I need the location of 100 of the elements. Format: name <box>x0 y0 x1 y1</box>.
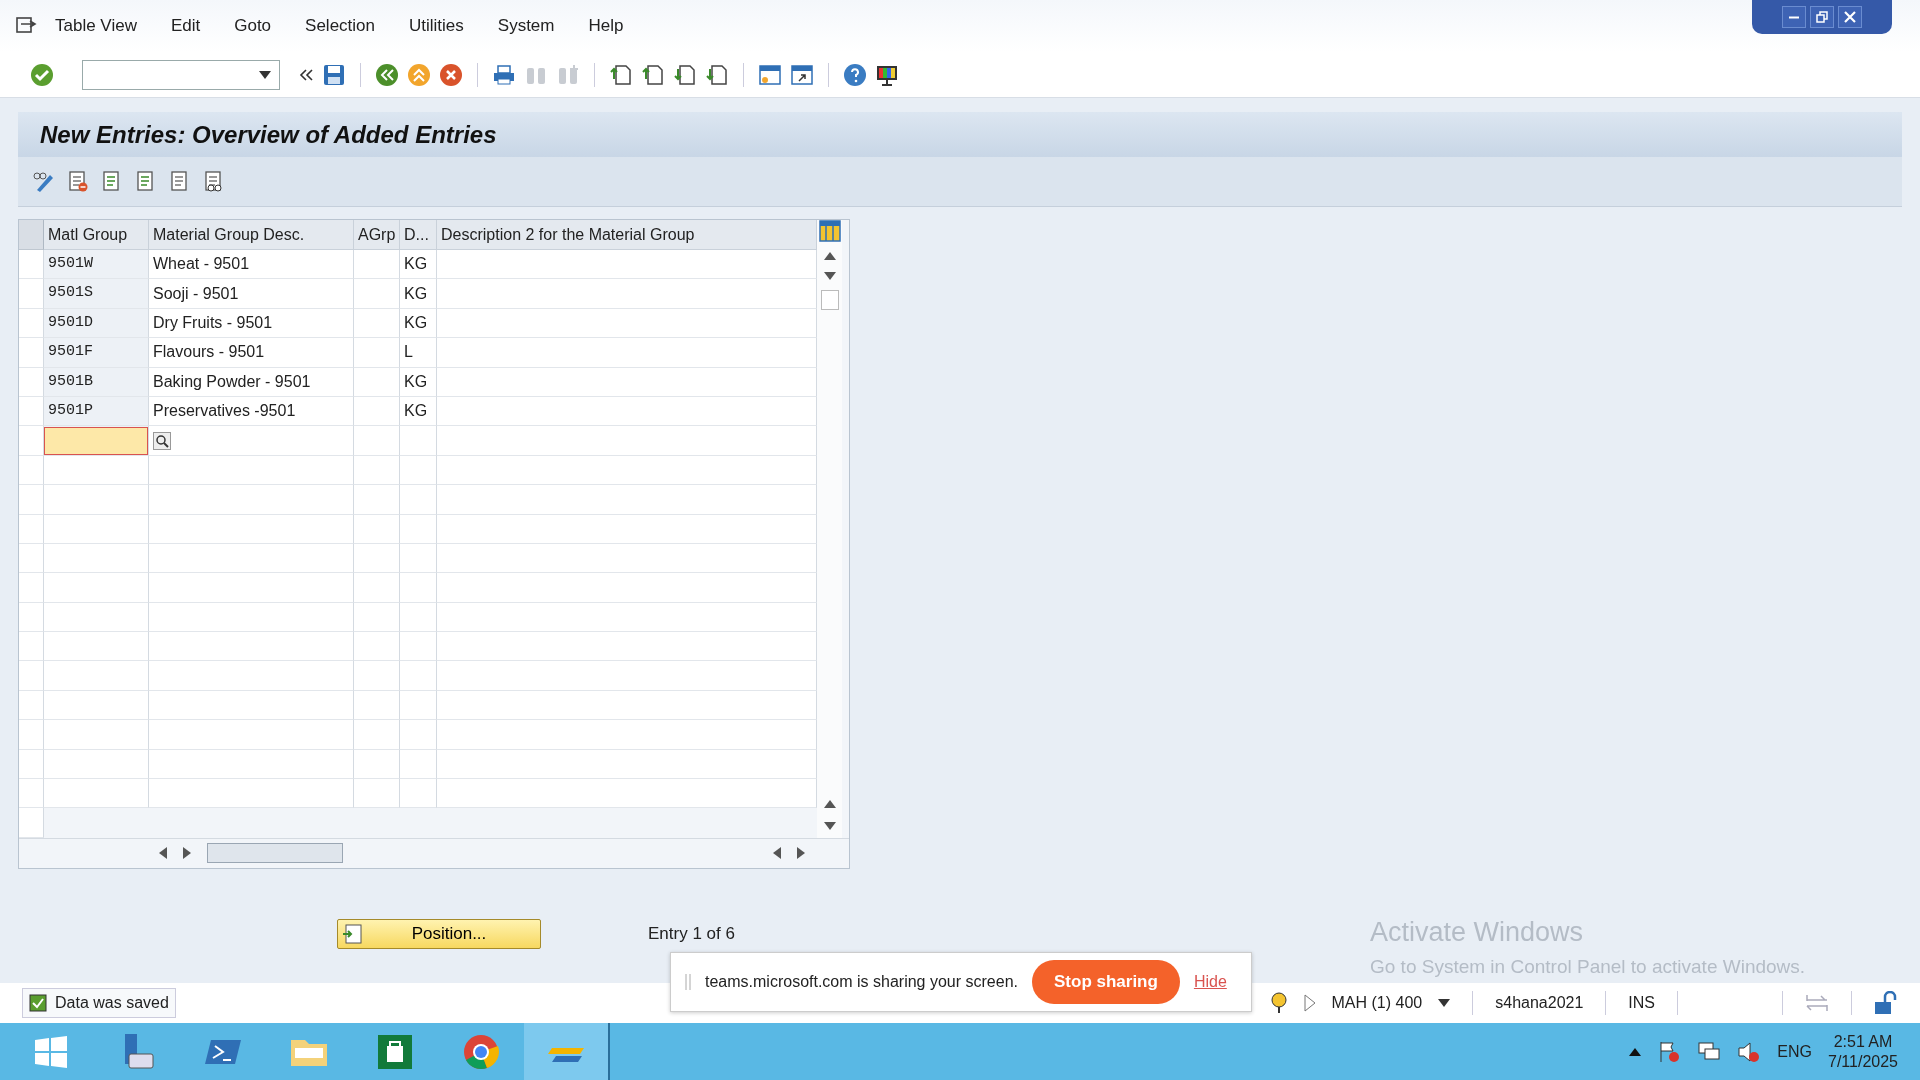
arrows-icon[interactable] <box>1805 994 1829 1012</box>
input-mode: INS <box>1628 993 1655 1013</box>
menu-item[interactable]: System <box>480 13 572 39</box>
restore-button[interactable] <box>1810 6 1834 28</box>
table-cell <box>354 749 400 780</box>
save-icon[interactable] <box>322 62 346 87</box>
scroll-down-icon[interactable] <box>823 821 836 830</box>
clock-date[interactable]: 7/11/2025 <box>1828 1051 1898 1071</box>
position-icon <box>342 923 362 944</box>
dropdown-caret-icon[interactable] <box>259 70 271 79</box>
clock-time[interactable]: 2:51 AM <box>1828 1032 1898 1052</box>
column-settings-icon[interactable] <box>818 220 841 242</box>
shortcut-window-icon[interactable] <box>790 62 814 87</box>
next-page-icon[interactable] <box>673 62 697 87</box>
table-cell <box>354 779 400 809</box>
last-page-icon[interactable] <box>705 62 729 87</box>
table-cell <box>400 690 437 721</box>
command-field[interactable] <box>82 59 280 90</box>
column-header[interactable]: AGrp <box>354 220 400 250</box>
scroll-right-icon[interactable] <box>797 847 805 860</box>
table-cell <box>354 632 400 662</box>
system-info[interactable]: MAH (1) 400 <box>1331 991 1423 1015</box>
column-header[interactable]: Matl Group <box>44 220 149 250</box>
table-cell: 9501B <box>44 367 149 397</box>
menu-item[interactable]: Table View <box>38 13 154 39</box>
close-button[interactable] <box>1838 6 1862 28</box>
table-cell: Sooji - 9501 <box>149 279 354 309</box>
table-cell: 9501S <box>44 279 149 309</box>
search-icon[interactable] <box>153 431 171 450</box>
table-cell <box>354 720 400 750</box>
table-cell <box>354 573 400 603</box>
back-icon[interactable] <box>375 62 399 87</box>
hide-link[interactable]: Hide <box>1193 970 1227 994</box>
table-cell <box>400 720 437 750</box>
table-cell <box>19 720 44 750</box>
minimize-button[interactable] <box>1782 6 1806 28</box>
table-cell <box>400 543 437 574</box>
restore-icon <box>1815 10 1829 24</box>
print-icon[interactable] <box>492 62 516 87</box>
scroll-left-icon[interactable] <box>159 847 167 860</box>
scroll-thumb[interactable] <box>820 290 839 310</box>
table-cell <box>400 485 437 515</box>
table-cell <box>354 396 400 427</box>
scroll-up-icon[interactable] <box>823 799 836 808</box>
table-cell: 9501F <box>44 338 149 368</box>
menu-item[interactable]: Selection <box>288 13 392 39</box>
checkmark-icon[interactable] <box>30 62 54 87</box>
delete-row-icon[interactable] <box>66 169 90 194</box>
table-cell <box>19 690 44 721</box>
menu-item[interactable]: Utilities <box>392 13 481 39</box>
menu-item[interactable]: Goto <box>217 13 289 39</box>
table-cell <box>354 367 400 397</box>
position-button[interactable]: Position... <box>337 918 541 949</box>
table-cell <box>19 749 44 780</box>
scroll-down-icon[interactable] <box>823 272 836 280</box>
table-cell <box>400 426 437 456</box>
table-cell: KG <box>400 367 437 397</box>
unlock-icon[interactable] <box>1874 991 1898 1015</box>
table-cell <box>354 455 400 486</box>
column-header[interactable]: D... <box>400 220 437 250</box>
table-cell: KG <box>400 279 437 309</box>
double-chevron-icon[interactable] <box>298 66 314 83</box>
table-cell <box>400 573 437 603</box>
table-cell: Baking Powder - 9501 <box>149 367 354 397</box>
first-page-icon[interactable] <box>609 62 633 87</box>
tray-expand-icon[interactable] <box>1629 1047 1642 1056</box>
minimize-icon <box>1789 15 1799 19</box>
column-header[interactable]: Material Group Desc. <box>149 220 354 250</box>
speaker-muted-icon[interactable] <box>1737 1039 1762 1064</box>
table-cell <box>354 514 400 544</box>
cancel-icon[interactable] <box>439 62 463 87</box>
table-cell: Preservatives -9501 <box>149 396 354 427</box>
new-window-icon[interactable] <box>758 62 782 87</box>
language-indicator[interactable]: ENG <box>1777 1039 1812 1064</box>
table-cell <box>354 308 400 339</box>
edit-pencil-icon[interactable] <box>32 169 56 194</box>
input-field[interactable] <box>44 426 148 455</box>
table-cell <box>19 661 44 691</box>
scroll-right-icon[interactable] <box>183 847 191 860</box>
table-cell <box>400 514 437 544</box>
dropdown-caret-icon[interactable] <box>1438 999 1451 1007</box>
play-icon[interactable] <box>1303 994 1316 1012</box>
previous-page-icon[interactable] <box>641 62 665 87</box>
menu-item[interactable]: Edit <box>153 13 218 39</box>
flag-icon[interactable] <box>1657 1039 1682 1064</box>
scroll-left-icon[interactable] <box>773 847 781 860</box>
scroll-up-icon[interactable] <box>823 252 836 260</box>
column-header[interactable]: Description 2 for the Material Group <box>437 220 817 250</box>
scroll-thumb[interactable] <box>207 843 343 864</box>
status-message: Data was saved <box>55 993 169 1013</box>
menu-icon[interactable] <box>16 16 38 36</box>
table-cell <box>400 779 437 809</box>
sharing-text: teams.microsoft.com is sharing your screen. <box>705 972 1018 992</box>
exit-icon[interactable] <box>407 62 431 87</box>
table-cell <box>354 543 400 574</box>
menu-item[interactable]: Help <box>571 13 641 39</box>
table-cell <box>354 338 400 368</box>
table-cell <box>354 661 400 691</box>
table-cell: L <box>400 338 437 368</box>
table-cell <box>400 661 437 691</box>
